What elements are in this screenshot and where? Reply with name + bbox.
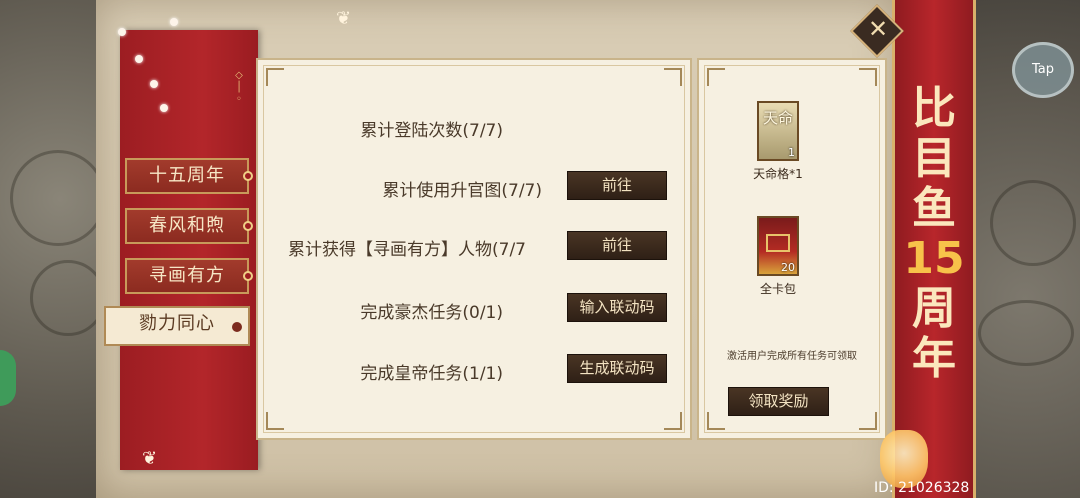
corner-ornament [859,68,877,86]
event-title: 比 目 鱼 15 周 年 [903,83,965,384]
tab-indicator-icon [243,271,253,281]
destiny-card-icon[interactable]: 天命 1 [757,101,799,161]
blossom-decoration [135,55,143,63]
corner-ornament [707,68,725,86]
tab-indicator-icon [243,171,253,181]
corner-ornament [266,412,284,430]
tab-spring-breeze[interactable]: 春风和煦 [125,208,253,244]
close-icon[interactable]: ✕ [866,15,890,43]
reward-card-pack-name: 全卡包 [759,282,796,296]
blossom-decoration [170,18,178,26]
butterfly-decoration: ❦ [336,8,352,29]
reward-destiny-name: 天命格*1 [753,167,803,181]
generate-link-code-button[interactable]: 生成联动码 [567,354,667,383]
claim-reward-button[interactable]: 领取奖励 [728,387,829,416]
user-id-label: ID: 21026328 [874,480,970,496]
banner-ornament: ◇ │ ◦ [235,70,243,105]
claim-condition-note: 激活用户完成所有任务可领取 [727,351,857,362]
corner-ornament [664,412,682,430]
task-login-count: 累计登陆次数(7/7) [360,121,503,141]
tap-floating-button[interactable]: Tap [1012,42,1074,98]
corner-ornament [707,412,725,430]
side-floating-tab[interactable] [0,350,16,406]
tab-indicator-icon [232,322,242,332]
go-button-painting-characters[interactable]: 前往 [567,231,667,260]
blossom-decoration [150,80,158,88]
go-button-promotion-chart[interactable]: 前往 [567,171,667,200]
tab-fifteenth-anniversary[interactable]: 十五周年 [125,158,253,194]
event-title-banner: 比 目 鱼 15 周 年 [892,0,976,498]
enter-link-code-button[interactable]: 输入联动码 [567,293,667,322]
tab-united-effort[interactable]: 勠力同心 [104,306,250,346]
corner-ornament [859,412,877,430]
blossom-decoration [160,104,168,112]
tab-banner: ◇ │ ◦ [120,30,258,470]
card-pack-clasp-icon [766,234,790,252]
blossom-decoration [118,28,126,36]
task-emperor-mission: 完成皇帝任务(1/1) [360,364,503,384]
butterfly-decoration: ❦ [142,448,158,469]
tab-painting-search[interactable]: 寻画有方 [125,258,253,294]
corner-ornament [266,68,284,86]
task-hero-mission: 完成豪杰任务(0/1) [360,303,503,323]
task-promotion-chart: 累计使用升官图(7/7) [382,181,542,201]
corner-ornament [664,68,682,86]
task-painting-characters: 累计获得【寻画有方】人物(7/7 [288,240,526,260]
tab-indicator-icon [243,221,253,231]
card-pack-icon[interactable]: 20 [757,216,799,276]
